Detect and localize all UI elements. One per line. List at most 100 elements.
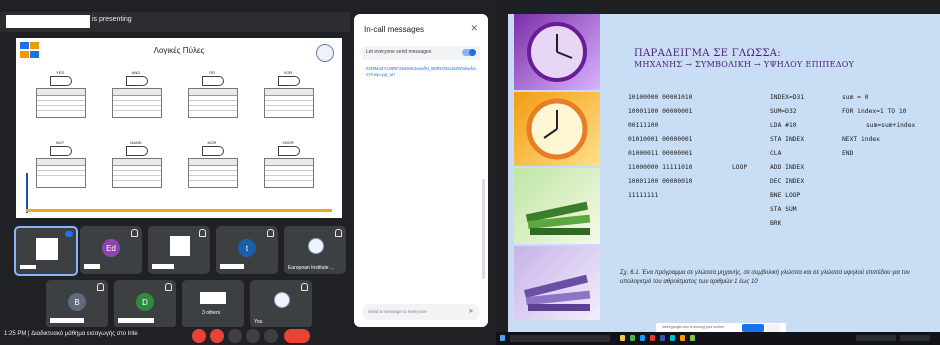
gate-label: AND [131, 70, 141, 75]
participant-tile[interactable]: Ed [80, 226, 142, 274]
speaking-indicator-icon [65, 231, 73, 237]
code-comparison: 10100000 00001010 10001100 00000001 001111… [620, 94, 930, 264]
participant-tile[interactable]: B [46, 280, 108, 328]
file-explorer-icon[interactable] [620, 335, 625, 341]
present-button[interactable] [246, 329, 260, 343]
taskbar-app-icon[interactable] [630, 335, 635, 341]
gate-symbol-icon [126, 76, 148, 86]
mic-off-icon [301, 283, 308, 291]
truth-table [188, 158, 238, 188]
asm-label: LOOP [732, 164, 748, 171]
assembly-line: CLA [770, 150, 782, 157]
truth-table [36, 88, 86, 118]
mic-toggle-button[interactable] [192, 329, 206, 343]
allow-messages-label: Let everyone send messages [366, 49, 432, 55]
participant-tile[interactable]: European Institute ... [284, 226, 346, 274]
presented-slide: ΠΑΡΑΔΕΙΓΜΑ ΣΕ ΓΛΩΣΣΑ: ΜΗΧΑΝΗΣ → ΣΥΜΒΟΛΙΚ… [508, 14, 940, 333]
participant-tile[interactable]: t [216, 226, 278, 274]
participant-tile[interactable] [14, 226, 78, 276]
truth-table [188, 88, 238, 118]
hide-notice-button[interactable] [766, 324, 780, 332]
meeting-time: 1:25 PM | Διαδικτυακό μάθημα εισαγωγής σ… [4, 331, 138, 337]
gate-or: OR [186, 70, 238, 118]
self-tile[interactable]: You [250, 280, 312, 328]
orange-clock-image [514, 92, 600, 166]
truth-table [264, 158, 314, 188]
mic-off-icon [199, 229, 206, 237]
gate-label: NAND [130, 140, 142, 145]
avatar: B [68, 293, 86, 311]
captions-button[interactable] [228, 329, 242, 343]
meeting-pane: is presenting Λογικές Πύλες YES AND OR X… [0, 0, 496, 345]
share-notice-text: meet.google.com is sharing your screen [662, 325, 725, 329]
chat-message-link[interactable]: KN9M427zJ8RF25s9vEJseafXi_B8Rtzhtsvi4Z0/… [366, 66, 478, 78]
taskbar-app-icon[interactable] [680, 335, 685, 341]
system-tray[interactable] [856, 335, 896, 341]
slide-title: Λογικές Πύλες [153, 46, 205, 55]
assembly-line: ADD INDEX [770, 164, 805, 171]
assembly-line: STA SUM [770, 206, 797, 213]
allow-messages-row: Let everyone send messages [362, 46, 480, 60]
taskbar-app-icon[interactable] [690, 335, 695, 341]
assembly-line: LDA #10 [770, 122, 797, 129]
mic-off-icon [335, 229, 342, 237]
stop-sharing-button[interactable] [742, 324, 764, 332]
shared-slide-logic-gates: Λογικές Πύλες YES AND OR XOR NOT NAND NO… [16, 38, 342, 218]
participant-name: European Institute ... [288, 265, 335, 271]
assembly-line: DEC INDEX [770, 178, 805, 185]
redacted-name [220, 264, 244, 269]
machine-code-line: 10100000 00001010 [628, 94, 693, 101]
slide-image-column [508, 14, 608, 320]
machine-code-line: 11000000 11111010 [628, 164, 693, 171]
redacted-name [50, 318, 84, 323]
high-level-line: FOR index=1 TO 10 [842, 108, 907, 115]
gate-and: AND [110, 70, 162, 118]
mic-off-icon [97, 283, 104, 291]
start-icon[interactable] [500, 335, 505, 341]
send-icon[interactable]: ➤ [468, 307, 474, 315]
allow-messages-toggle[interactable] [462, 49, 476, 56]
self-label: You [254, 319, 263, 325]
chat-message-input[interactable]: Send a message to everyone ➤ [362, 304, 480, 320]
high-level-line: sum=sum+index [866, 122, 916, 129]
machine-code-line: 00111100 [628, 122, 659, 129]
gate-label: NOT [55, 140, 65, 145]
gate-nor: NOR [186, 140, 238, 188]
redacted-name [84, 264, 100, 269]
machine-code-line: 11111111 [628, 192, 659, 199]
gate-label: YES [55, 70, 64, 75]
chat-input-placeholder: Send a message to everyone [368, 309, 427, 314]
close-icon[interactable]: ✕ [470, 23, 478, 34]
slide-subheading: ΜΗΧΑΝΗΣ → ΣΥΜΒΟΛΙΚΗ → ΥΨΗΛΟΥ ΕΠΙΠΕΔΟΥ [634, 60, 855, 69]
redacted-video [170, 236, 190, 256]
taskbar-app-icon[interactable] [660, 335, 665, 341]
machine-code-line: 10001100 00000001 [628, 108, 693, 115]
slide-heading: ΠΑΡΑΔΕΙΓΜΑ ΣΕ ΓΛΩΣΣΑ: [634, 48, 781, 59]
participant-tile[interactable]: D [114, 280, 176, 328]
participant-tile[interactable] [148, 226, 210, 274]
gate-symbol-icon [278, 76, 300, 86]
taskbar-app-icon[interactable] [670, 335, 675, 341]
taskbar-app-icon[interactable] [650, 335, 655, 341]
more-options-button[interactable] [264, 329, 278, 343]
leave-call-button[interactable] [284, 329, 310, 343]
camera-toggle-button[interactable] [210, 329, 224, 343]
taskbar-app-icon[interactable] [640, 335, 645, 341]
avatar: D [136, 293, 154, 311]
taskbar-search-box[interactable] [510, 335, 610, 342]
in-call-messages-panel: In-call messages ✕ Let everyone send mes… [354, 14, 488, 327]
mic-off-icon [131, 229, 138, 237]
gate-symbol-icon [50, 146, 72, 156]
others-tile[interactable]: 3 others [182, 280, 244, 328]
institution-logo-icon [308, 238, 324, 254]
presenter-bar: is presenting [0, 12, 350, 32]
gate-label: XNOR [282, 140, 294, 145]
screen-divider [496, 0, 508, 345]
presenting-label: is presenting [92, 16, 132, 23]
chat-scrollbar[interactable] [482, 179, 485, 279]
gate-xnor: XNOR [262, 140, 314, 188]
gate-symbol-icon [50, 76, 72, 86]
clock-area[interactable] [900, 335, 930, 341]
assembly-line: BRK [770, 220, 782, 227]
meeting-control-bar: 1:25 PM | Διαδικτυακό μάθημα εισαγωγής σ… [0, 327, 496, 345]
